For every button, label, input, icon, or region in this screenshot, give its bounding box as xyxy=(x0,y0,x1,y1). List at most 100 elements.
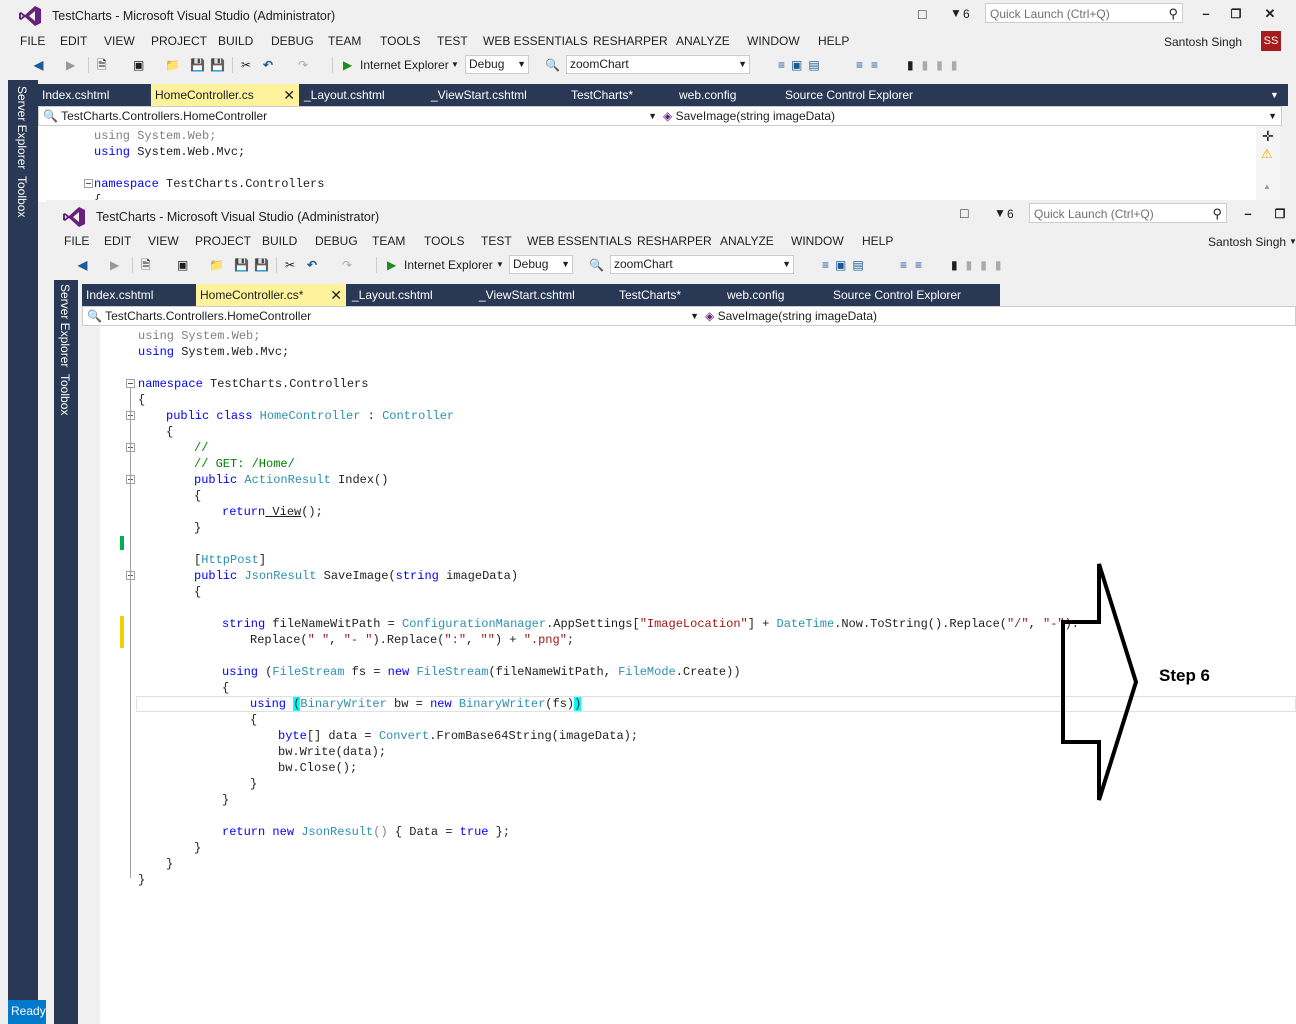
tab-homecontroller[interactable]: HomeController.cs ✕ xyxy=(151,84,299,106)
menu-tools[interactable]: TOOLS xyxy=(424,234,464,248)
menu-team[interactable]: TEAM xyxy=(372,234,405,248)
chevron-down-icon[interactable]: ▼ xyxy=(1289,237,1296,246)
menu-web-essentials[interactable]: WEB ESSENTIALS xyxy=(483,34,588,48)
tab-viewstart[interactable]: _ViewStart.cshtml xyxy=(475,284,611,306)
menu-window[interactable]: WINDOW xyxy=(747,34,800,48)
save-icon[interactable]: 💾 xyxy=(190,56,205,74)
menu-test[interactable]: TEST xyxy=(481,234,512,248)
close-icon[interactable]: ✕ xyxy=(330,284,342,306)
bookmark-icons-group[interactable]: ▮▮▮▮ xyxy=(951,256,1009,274)
menu-team[interactable]: TEAM xyxy=(328,34,361,48)
menu-web-essentials[interactable]: WEB ESSENTIALS xyxy=(527,234,632,248)
menu-resharper[interactable]: RESHARPER xyxy=(593,34,668,48)
new-project-icon[interactable]: 🗎 xyxy=(141,256,151,274)
add-item-icon[interactable]: ▣ xyxy=(133,56,144,74)
back-editor-scrollbar[interactable]: ✛ ⚠ ▲ xyxy=(1256,126,1280,202)
server-explorer-tab[interactable]: Server Explorer xyxy=(58,284,72,367)
tab-homecontroller[interactable]: HomeController.cs* ✕ xyxy=(196,284,346,306)
tab-overflow-icon[interactable]: ▼ xyxy=(1266,84,1286,106)
new-project-icon[interactable]: 🗎 xyxy=(97,56,107,74)
menu-debug[interactable]: DEBUG xyxy=(271,34,314,48)
scroll-up-icon[interactable]: ▲ xyxy=(1263,182,1271,191)
find-icon[interactable]: 🔍 xyxy=(545,56,560,74)
menu-test[interactable]: TEST xyxy=(437,34,468,48)
restore-button[interactable]: ❐ xyxy=(1226,4,1246,24)
tab-layout[interactable]: _Layout.cshtml xyxy=(300,84,426,106)
find-icon[interactable]: 🔍 xyxy=(589,256,604,274)
split-icon[interactable]: ✛ xyxy=(1262,128,1274,145)
server-explorer-tab[interactable]: Server Explorer xyxy=(15,86,29,169)
class-dropdown[interactable]: 🔍 TestCharts.Controllers.HomeController … xyxy=(43,107,659,125)
configuration-select[interactable]: Debug ▼ xyxy=(509,255,573,274)
class-dropdown[interactable]: 🔍 TestCharts.Controllers.HomeController … xyxy=(87,307,701,325)
quick-launch-input[interactable]: Quick Launch (Ctrl+Q) ⚲ xyxy=(1029,203,1227,223)
menu-project[interactable]: PROJECT xyxy=(195,234,251,248)
back-nav-icon[interactable]: ◀ xyxy=(78,256,87,274)
undo-icon[interactable]: ↶ xyxy=(307,256,317,274)
browser-selector[interactable]: Internet Explorer xyxy=(404,256,493,274)
chevron-down-icon[interactable]: ▼ xyxy=(451,56,459,74)
member-dropdown[interactable]: ◈ SaveImage(string imageData) ▼ xyxy=(663,107,1279,125)
open-file-icon[interactable]: 📁 xyxy=(209,256,224,274)
tab-index[interactable]: Index.cshtml xyxy=(82,284,194,306)
open-file-icon[interactable]: 📁 xyxy=(165,56,180,74)
restore-button[interactable]: ❐ xyxy=(1270,204,1290,224)
notifications-filter-icon[interactable]: ▼ xyxy=(950,6,962,20)
menu-resharper[interactable]: RESHARPER xyxy=(637,234,712,248)
save-icon[interactable]: 💾 xyxy=(234,256,249,274)
member-dropdown[interactable]: ◈ SaveImage(string imageData) xyxy=(705,307,1293,325)
find-combo[interactable]: zoomChart ▼ xyxy=(566,55,750,74)
tab-index[interactable]: Index.cshtml xyxy=(38,84,148,106)
menu-help[interactable]: HELP xyxy=(818,34,849,48)
menu-tools[interactable]: TOOLS xyxy=(380,34,420,48)
collapse-icon[interactable] xyxy=(84,179,93,188)
collapse-icon[interactable] xyxy=(126,379,135,388)
start-debug-icon[interactable]: ▶ xyxy=(343,56,352,74)
menu-view[interactable]: VIEW xyxy=(104,34,135,48)
chevron-down-icon[interactable]: ▼ xyxy=(496,256,504,274)
find-combo[interactable]: zoomChart ▼ xyxy=(610,255,794,274)
menu-file[interactable]: FILE xyxy=(20,34,45,48)
undo-icon[interactable]: ↶ xyxy=(263,56,273,74)
avatar[interactable]: SS xyxy=(1261,31,1281,51)
feedback-icon[interactable]: □ xyxy=(960,205,968,221)
menu-help[interactable]: HELP xyxy=(862,234,893,248)
tab-testcharts[interactable]: TestCharts* xyxy=(615,284,721,306)
menu-window[interactable]: WINDOW xyxy=(791,234,844,248)
bookmark-icons-group[interactable]: ▮▮▮▮ xyxy=(907,56,965,74)
save-all-icon[interactable]: 💾 xyxy=(254,256,269,274)
quick-launch-input[interactable]: Quick Launch (Ctrl+Q) ⚲ xyxy=(985,3,1183,23)
menu-build[interactable]: BUILD xyxy=(218,34,253,48)
menu-debug[interactable]: DEBUG xyxy=(315,234,358,248)
close-icon[interactable]: ✕ xyxy=(283,84,295,106)
browser-selector[interactable]: Internet Explorer xyxy=(360,56,449,74)
user-name[interactable]: Santosh Singh xyxy=(1208,235,1286,249)
user-name[interactable]: Santosh Singh xyxy=(1164,35,1242,49)
tab-webconfig[interactable]: web.config xyxy=(723,284,827,306)
tab-testcharts[interactable]: TestCharts* xyxy=(567,84,673,106)
menu-analyze[interactable]: ANALYZE xyxy=(720,234,774,248)
menu-build[interactable]: BUILD xyxy=(262,234,297,248)
toolbar-icons-group[interactable]: ≡▣▤ xyxy=(778,56,826,74)
menu-edit[interactable]: EDIT xyxy=(104,234,131,248)
minimize-button[interactable]: – xyxy=(1238,204,1258,224)
redo-icon[interactable]: ↷ xyxy=(342,256,352,274)
cut-icon[interactable]: ✂ xyxy=(285,256,295,274)
tab-webconfig[interactable]: web.config xyxy=(675,84,779,106)
minimize-button[interactable]: – xyxy=(1196,4,1216,24)
cut-icon[interactable]: ✂ xyxy=(241,56,251,74)
back-nav-icon[interactable]: ◀ xyxy=(34,56,43,74)
menu-view[interactable]: VIEW xyxy=(148,234,179,248)
menu-project[interactable]: PROJECT xyxy=(151,34,207,48)
feedback-icon[interactable]: □ xyxy=(918,6,926,22)
close-button[interactable]: ✕ xyxy=(1260,4,1280,24)
back-code-editor[interactable]: using System.Web; using System.Web.Mvc; … xyxy=(38,126,1256,202)
toolbox-tab[interactable]: Toolbox xyxy=(58,374,72,415)
redo-icon[interactable]: ↷ xyxy=(298,56,308,74)
tab-layout[interactable]: _Layout.cshtml xyxy=(348,284,474,306)
menu-analyze[interactable]: ANALYZE xyxy=(676,34,730,48)
forward-nav-icon[interactable]: ▶ xyxy=(110,256,119,274)
menu-edit[interactable]: EDIT xyxy=(60,34,87,48)
tab-viewstart[interactable]: _ViewStart.cshtml xyxy=(427,84,563,106)
indent-icons-group[interactable]: ≡≡ xyxy=(856,56,886,74)
